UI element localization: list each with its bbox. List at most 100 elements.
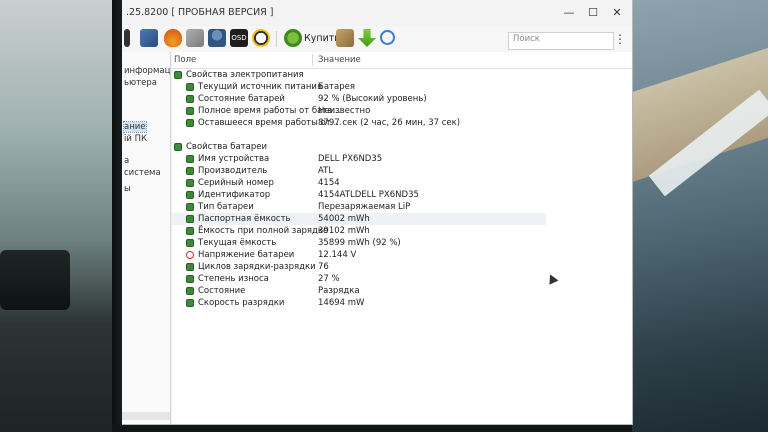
nav-item[interactable]: система bbox=[124, 168, 161, 178]
battery-icon bbox=[186, 191, 194, 199]
battery-icon bbox=[186, 275, 194, 283]
battery-icon bbox=[186, 263, 194, 271]
row-value: 8797 сек (2 час, 26 мин, 37 сек) bbox=[318, 118, 461, 128]
maximize-button[interactable]: ☐ bbox=[582, 5, 604, 21]
battery-icon bbox=[186, 95, 194, 103]
minimize-button[interactable]: — bbox=[558, 5, 580, 21]
table-row[interactable]: Текущий источник питания Батарея bbox=[172, 81, 632, 93]
toolbar: OSD Купить Поиск ⋮ bbox=[122, 26, 632, 52]
battery-icon bbox=[186, 203, 194, 211]
row-field: Состояние батарей bbox=[198, 94, 285, 104]
row-field: Напряжение батареи bbox=[198, 250, 295, 260]
row-value: Разрядка bbox=[318, 286, 360, 296]
nav-item-selected[interactable]: ание bbox=[123, 121, 147, 133]
row-value: Неизвестно bbox=[318, 106, 371, 116]
battery-icon bbox=[186, 287, 194, 295]
battery-icon bbox=[186, 119, 194, 127]
table-row[interactable]: Тип батареи Перезаряжаемая LiP bbox=[172, 201, 632, 213]
row-value: Батарея bbox=[318, 82, 355, 92]
title-bar: .25.8200 [ ПРОБНАЯ ВЕРСИЯ ] — ☐ ✕ bbox=[122, 0, 632, 26]
search-input[interactable]: Поиск bbox=[508, 32, 614, 50]
column-divider[interactable] bbox=[312, 54, 313, 66]
osd-icon[interactable]: OSD bbox=[230, 29, 248, 47]
table-row[interactable]: Состояние Разрядка bbox=[172, 285, 632, 297]
table-row-hover[interactable]: Паспортная ёмкость 54002 mWh bbox=[172, 213, 546, 225]
battery-icon bbox=[186, 239, 194, 247]
section-title: Свойства электропитания bbox=[186, 70, 304, 80]
table-row[interactable]: Полное время работы от бата... Неизвестн… bbox=[172, 105, 632, 117]
menu-icon[interactable]: ⋮ bbox=[614, 32, 626, 46]
table-row[interactable]: Степень износа 27 % bbox=[172, 273, 632, 285]
row-field: Имя устройства bbox=[198, 154, 270, 164]
row-value: 4154 bbox=[318, 178, 340, 188]
nav-item[interactable]: а bbox=[124, 156, 129, 166]
table-row[interactable]: Оставшееся время работы от ... 8797 сек … bbox=[172, 117, 632, 129]
battery-icon bbox=[186, 299, 194, 307]
column-header-value[interactable]: Значение bbox=[318, 55, 361, 65]
battery-icon bbox=[186, 83, 194, 91]
wrench-icon[interactable] bbox=[336, 29, 354, 47]
section-header[interactable]: Свойства батареи bbox=[172, 141, 632, 153]
battery-section-icon bbox=[174, 71, 182, 79]
table-row[interactable]: Имя устройства DELL PX6ND35 bbox=[172, 153, 632, 165]
nav-item[interactable]: информац bbox=[124, 66, 170, 76]
table-row[interactable]: Идентификатор 4154ATLDELL PX6ND35 bbox=[172, 189, 632, 201]
buy-button[interactable]: Купить bbox=[304, 33, 340, 44]
row-field: Ёмкость при полной зарядке bbox=[198, 226, 329, 236]
section-header[interactable]: Свойства электропитания bbox=[172, 69, 632, 81]
column-header-field[interactable]: Поле bbox=[174, 55, 196, 65]
row-value: 92 % (Высокий уровень) bbox=[318, 94, 427, 104]
nav-item[interactable]: ьютера bbox=[124, 78, 157, 88]
buy-icon[interactable] bbox=[284, 29, 302, 47]
table-row[interactable]: Текущая ёмкость 35899 mWh (92 %) bbox=[172, 237, 632, 249]
table-row[interactable]: Скорость разрядки 14694 mW bbox=[172, 297, 632, 309]
monitor-bezel bbox=[112, 0, 122, 432]
row-value: DELL PX6ND35 bbox=[318, 154, 383, 164]
table-row[interactable]: Состояние батарей 92 % (Высокий уровень) bbox=[172, 93, 632, 105]
user-icon[interactable] bbox=[208, 29, 226, 47]
list-header: Поле Значение bbox=[172, 52, 632, 69]
battery-icon bbox=[186, 227, 194, 235]
battery-icon bbox=[186, 167, 194, 175]
row-value: 12.144 V bbox=[318, 250, 357, 260]
row-value: Перезаряжаемая LiP bbox=[318, 202, 411, 212]
close-button[interactable]: ✕ bbox=[606, 5, 628, 21]
download-icon[interactable] bbox=[358, 29, 376, 47]
monitor-bezel-bottom bbox=[112, 424, 632, 432]
flame-icon[interactable] bbox=[164, 29, 182, 47]
toolbar-edge-icon[interactable] bbox=[124, 29, 130, 47]
table-row[interactable]: Циклов зарядки-разрядки 76 bbox=[172, 261, 632, 273]
gauge-icon[interactable] bbox=[252, 29, 270, 47]
search-icon[interactable] bbox=[380, 30, 395, 45]
row-value: 54002 mWh bbox=[318, 214, 370, 224]
row-field: Идентификатор bbox=[198, 190, 271, 200]
row-value: 14694 mW bbox=[318, 298, 365, 308]
window-title: .25.8200 [ ПРОБНАЯ ВЕРСИЯ ] bbox=[126, 7, 274, 18]
chip-icon[interactable] bbox=[140, 29, 158, 47]
voltage-icon bbox=[186, 251, 194, 259]
battery-icon bbox=[186, 215, 194, 223]
table-row[interactable]: Производитель ATL bbox=[172, 165, 632, 177]
properties-list: Поле Значение Свойства электропитания Те… bbox=[172, 52, 632, 424]
row-value: ATL bbox=[318, 166, 334, 176]
row-value: 4154ATLDELL PX6ND35 bbox=[318, 190, 419, 200]
toolbar-separator bbox=[276, 31, 277, 47]
table-row[interactable]: Серийный номер 4154 bbox=[172, 177, 632, 189]
row-field: Циклов зарядки-разрядки bbox=[198, 262, 316, 272]
row-field: Производитель bbox=[198, 166, 268, 176]
nav-item[interactable]: ы bbox=[124, 184, 131, 194]
row-field: Тип батареи bbox=[198, 202, 254, 212]
row-field: Скорость разрядки bbox=[198, 298, 285, 308]
row-field: Серийный номер bbox=[198, 178, 274, 188]
battery-section-icon bbox=[174, 143, 182, 151]
table-row[interactable]: Напряжение батареи 12.144 V bbox=[172, 249, 632, 261]
table-row[interactable]: Ёмкость при полной зарядке 39102 mWh bbox=[172, 225, 632, 237]
horizontal-scrollbar[interactable] bbox=[122, 412, 170, 420]
row-value: 27 % bbox=[318, 274, 340, 284]
battery-icon bbox=[186, 179, 194, 187]
row-value: 35899 mWh (92 %) bbox=[318, 238, 401, 248]
tools-icon[interactable] bbox=[186, 29, 204, 47]
nav-item[interactable]: ій ПК bbox=[124, 134, 147, 144]
background-left bbox=[0, 0, 112, 432]
row-field: Степень износа bbox=[198, 274, 269, 284]
